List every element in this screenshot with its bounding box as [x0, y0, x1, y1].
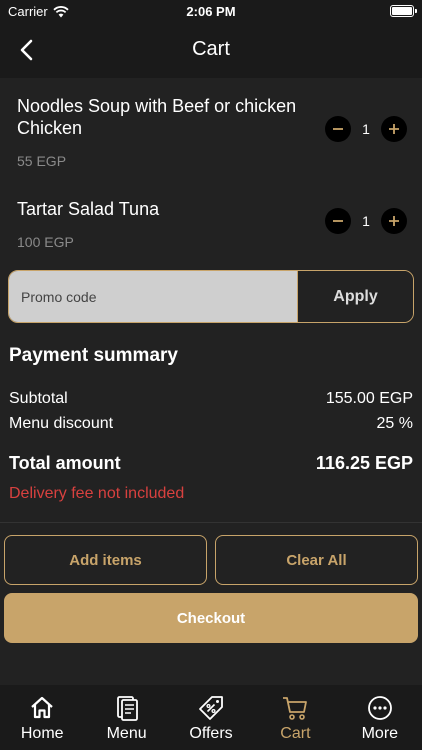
promo-code-box: Apply [8, 270, 414, 323]
delivery-fee-note: Delivery fee not included [9, 485, 185, 502]
cart-item: Tartar Salad Tuna 100 EGP 1 [17, 198, 407, 250]
discount-label: Menu discount [9, 415, 114, 432]
decrease-quantity-button[interactable] [325, 116, 351, 142]
plus-icon [389, 216, 399, 226]
increase-quantity-button[interactable] [381, 116, 407, 142]
status-bar: Carrier 2:06 PM [0, 0, 422, 22]
nav-bar: Cart [0, 22, 422, 78]
tab-cart[interactable]: Cart [253, 685, 337, 750]
add-items-button[interactable]: Add items [4, 535, 207, 585]
cart-item: Noodles Soup with Beef or chicken Chicke… [17, 95, 407, 169]
quantity-stepper: 1 [325, 116, 407, 142]
discount-row: Menu discount 25 % [9, 415, 413, 433]
tab-label: Home [20, 725, 64, 742]
status-time: 2:06 PM [186, 4, 236, 19]
minus-icon [333, 128, 343, 130]
tab-label: Offers [189, 725, 233, 742]
subtotal-row: Subtotal 155.00 EGP [9, 390, 413, 408]
tab-label: Menu [106, 725, 147, 742]
tab-home[interactable]: Home [0, 685, 84, 750]
more-icon [367, 696, 392, 720]
battery-icon [390, 5, 417, 17]
total-label: Total amount [9, 453, 121, 473]
quantity-value: 1 [362, 213, 370, 229]
tab-bar: Home Menu Offers Cart More [0, 685, 422, 750]
menu-book-icon [116, 696, 138, 721]
quantity-value: 1 [362, 121, 370, 137]
subtotal-label: Subtotal [9, 390, 68, 407]
checkout-button[interactable]: Checkout [4, 593, 418, 643]
quantity-stepper: 1 [325, 208, 407, 234]
discount-value: 25 % [376, 415, 413, 432]
cart-icon [283, 697, 308, 720]
tab-offers[interactable]: Offers [169, 685, 253, 750]
divider [0, 522, 422, 523]
increase-quantity-button[interactable] [381, 208, 407, 234]
tab-label: More [361, 725, 399, 742]
page-title: Cart [192, 38, 230, 60]
home-icon [31, 696, 53, 719]
minus-icon [333, 220, 343, 222]
plus-icon [389, 124, 399, 134]
tab-label: Cart [280, 725, 311, 742]
payment-summary-title: Payment summary [9, 345, 178, 366]
apply-promo-button[interactable]: Apply [297, 271, 413, 322]
offers-tag-icon [199, 696, 223, 720]
cart-item-name: Noodles Soup with Beef or chicken Chicke… [17, 96, 297, 138]
clear-all-button[interactable]: Clear All [215, 535, 418, 585]
promo-code-input[interactable] [9, 271, 297, 322]
cart-item-name: Tartar Salad Tuna [17, 199, 160, 219]
cart-item-price: 55 EGP [17, 153, 67, 169]
decrease-quantity-button[interactable] [325, 208, 351, 234]
tab-menu[interactable]: Menu [84, 685, 168, 750]
cart-item-price: 100 EGP [17, 234, 74, 250]
total-value: 116.25 EGP [315, 453, 413, 473]
total-row: Total amount 116.25 EGP [9, 453, 413, 474]
subtotal-value: 155.00 EGP [325, 390, 413, 407]
tab-more[interactable]: More [338, 685, 422, 750]
